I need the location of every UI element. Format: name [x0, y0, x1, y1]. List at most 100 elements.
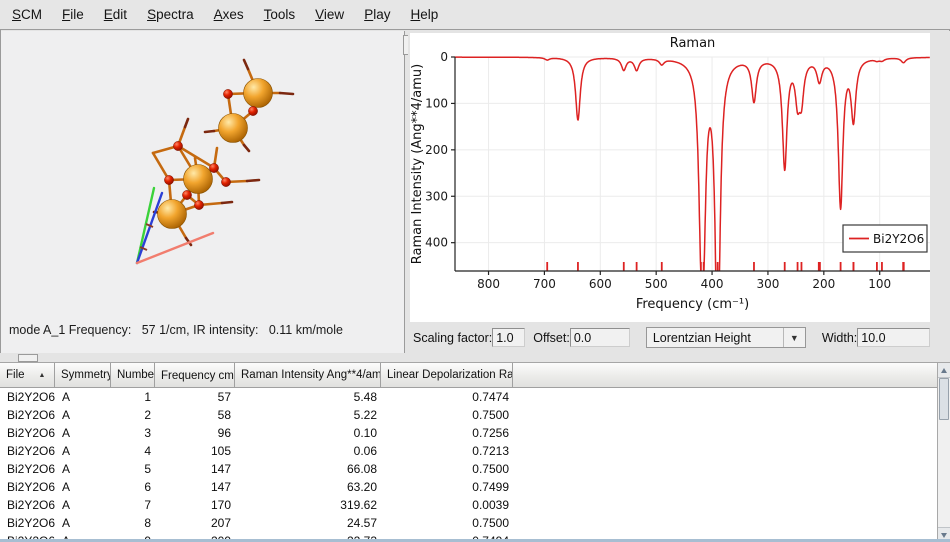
menu-view[interactable]: View: [305, 1, 354, 28]
menu-axes[interactable]: Axes: [204, 1, 254, 28]
lineshape-selected-value: Lorentzian Height: [647, 331, 783, 345]
scm-spectra-window: SCMFileEditSpectraAxesToolsViewPlayHelp …: [0, 0, 950, 542]
table-cell: A: [55, 408, 111, 422]
table-cell: 6: [111, 480, 155, 494]
column-header-number[interactable]: Number: [111, 363, 155, 388]
table-cell: 96: [155, 426, 235, 440]
table-row[interactable]: Bi2Y2O6A514766.080.7500: [0, 460, 950, 478]
table-cell: 0.7474: [381, 390, 513, 404]
table-cell: A: [55, 498, 111, 512]
column-header-frequency-cm-[interactable]: Frequency cm⁻¹: [155, 363, 235, 388]
table-scrollbar[interactable]: [937, 363, 950, 542]
table-cell: 0.7500: [381, 462, 513, 476]
column-header-file[interactable]: File▲: [0, 363, 55, 388]
table-cell: Bi2Y2O6: [0, 480, 55, 494]
svg-text:100: 100: [868, 277, 891, 291]
svg-text:200: 200: [812, 277, 835, 291]
table-cell: Bi2Y2O6: [0, 390, 55, 404]
column-header-filler: [513, 363, 950, 388]
table-row[interactable]: Bi2Y2O6A41050.060.7213: [0, 442, 950, 460]
scroll-up-button[interactable]: [938, 363, 950, 378]
scaling-factor-label: Scaling factor:: [413, 331, 492, 345]
table-cell: 207: [155, 516, 235, 530]
table-cell: 0.7213: [381, 444, 513, 458]
table-cell: 0.7499: [381, 480, 513, 494]
table-cell: A: [55, 480, 111, 494]
plot-toolbar: Scaling factor: Offset: Lorentzian Heigh…: [408, 322, 950, 353]
scroll-down-icon: [941, 533, 947, 538]
menu-tools[interactable]: Tools: [254, 1, 306, 28]
offset-input[interactable]: [570, 328, 630, 347]
svg-text:700: 700: [533, 277, 556, 291]
table-cell: 147: [155, 462, 235, 476]
chevron-down-icon[interactable]: ▼: [783, 328, 805, 347]
offset-label: Offset:: [533, 331, 570, 345]
table-cell: 2: [111, 408, 155, 422]
table-cell: Bi2Y2O6: [0, 426, 55, 440]
sort-ascending-icon: ▲: [39, 372, 46, 379]
table-cell: A: [55, 516, 111, 530]
column-header-linear-depolarization-ratio[interactable]: Linear Depolarization Ratio: [381, 363, 513, 388]
menu-bar: SCMFileEditSpectraAxesToolsViewPlayHelp: [0, 0, 950, 30]
menu-play[interactable]: Play: [354, 1, 400, 28]
table-row[interactable]: Bi2Y2O6A3960.100.7256: [0, 424, 950, 442]
table-cell: 147: [155, 480, 235, 494]
table-cell: 5: [111, 462, 155, 476]
table-cell: Bi2Y2O6: [0, 516, 55, 530]
svg-text:100: 100: [425, 96, 448, 110]
lineshape-select[interactable]: Lorentzian Height ▼: [646, 327, 806, 348]
menu-edit[interactable]: Edit: [94, 1, 137, 28]
table-cell: Bi2Y2O6: [0, 444, 55, 458]
svg-text:300: 300: [756, 277, 779, 291]
table-row[interactable]: Bi2Y2O6A2585.220.7500: [0, 406, 950, 424]
table-body: Bi2Y2O6A1575.480.7474Bi2Y2O6A2585.220.75…: [0, 388, 950, 542]
modes-table: File▲SymmetryNumberFrequency cm⁻¹Raman I…: [0, 362, 950, 542]
table-cell: 170: [155, 498, 235, 512]
horizontal-splitter[interactable]: [0, 353, 950, 362]
scaling-factor-input[interactable]: [492, 328, 525, 347]
table-cell: 0.7500: [381, 408, 513, 422]
table-cell: A: [55, 426, 111, 440]
spectrum-panel: 8007006005004003002001000100200300400Ram…: [408, 31, 950, 353]
table-cell: 1: [111, 390, 155, 404]
peak-width-input[interactable]: [857, 328, 930, 347]
table-cell: A: [55, 444, 111, 458]
table-cell: 319.62: [235, 498, 381, 512]
scrollbar-thumb[interactable]: [939, 378, 949, 420]
svg-text:400: 400: [425, 236, 448, 250]
table-cell: 8: [111, 516, 155, 530]
molecule-viewer-panel: mode A_1 Frequency: 57 1/cm, IR intensit…: [1, 31, 405, 353]
table-cell: 57: [155, 390, 235, 404]
table-cell: A: [55, 390, 111, 404]
table-cell: 5.48: [235, 390, 381, 404]
svg-text:Frequency (cm⁻¹): Frequency (cm⁻¹): [636, 297, 749, 312]
svg-text:Raman: Raman: [670, 36, 716, 51]
menu-file[interactable]: File: [52, 1, 94, 28]
scroll-up-icon: [941, 368, 947, 373]
table-cell: 0.7256: [381, 426, 513, 440]
table-cell: Bi2Y2O6: [0, 462, 55, 476]
table-row[interactable]: Bi2Y2O6A7170319.620.0039: [0, 496, 950, 514]
column-header-symmetry[interactable]: Symmetry: [55, 363, 111, 388]
table-cell: 5.22: [235, 408, 381, 422]
table-cell: 0.10: [235, 426, 381, 440]
svg-text:Raman Intensity (Ang**4/amu): Raman Intensity (Ang**4/amu): [410, 64, 425, 264]
column-header-raman-intensity-ang-4-amu[interactable]: Raman Intensity Ang**4/amu: [235, 363, 381, 388]
table-row[interactable]: Bi2Y2O6A614763.200.7499: [0, 478, 950, 496]
table-cell: 4: [111, 444, 155, 458]
menu-help[interactable]: Help: [400, 1, 448, 28]
table-cell: 0.7500: [381, 516, 513, 530]
table-cell: 7: [111, 498, 155, 512]
raman-spectrum-plot[interactable]: 8007006005004003002001000100200300400Ram…: [408, 31, 950, 322]
table-row[interactable]: Bi2Y2O6A820724.570.7500: [0, 514, 950, 532]
svg-text:800: 800: [477, 277, 500, 291]
table-row[interactable]: Bi2Y2O6A1575.480.7474: [0, 388, 950, 406]
svg-text:200: 200: [425, 143, 448, 157]
table-cell: 105: [155, 444, 235, 458]
mode-status-text: mode A_1 Frequency: 57 1/cm, IR intensit…: [9, 323, 343, 341]
horizontal-splitter-handle[interactable]: [18, 354, 38, 362]
menu-scm[interactable]: SCM: [2, 1, 52, 28]
molecule-3d-view[interactable]: [1, 31, 405, 319]
menu-spectra[interactable]: Spectra: [137, 1, 204, 28]
width-label: Width:: [822, 331, 857, 345]
